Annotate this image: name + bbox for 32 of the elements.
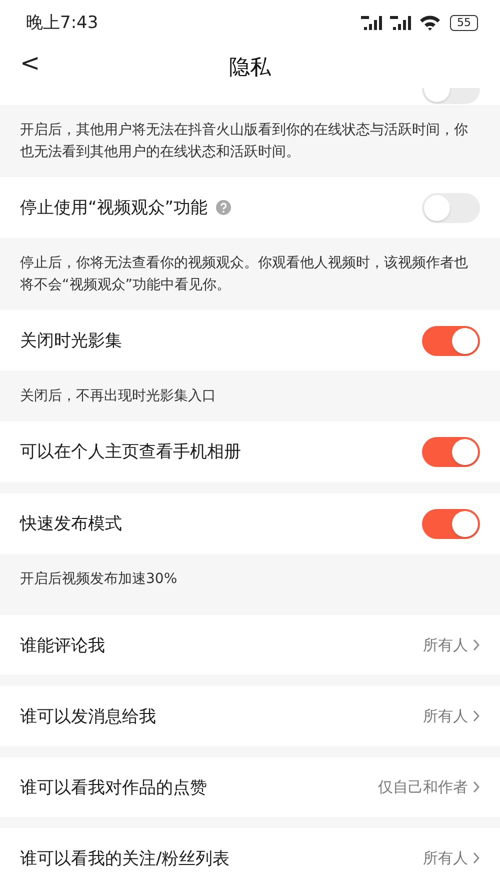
back-button[interactable]: < xyxy=(16,49,44,77)
chevron-right-icon xyxy=(472,639,480,651)
toggle-switch[interactable] xyxy=(422,436,480,466)
signal-icon xyxy=(361,14,385,30)
wifi-icon xyxy=(419,14,441,30)
setting-label: 停止使用“视频观众”功能 xyxy=(20,197,208,219)
setting-value: 仅自己和作者 xyxy=(378,778,468,796)
signal-icon xyxy=(390,14,414,30)
status-time: 晚上7:43 xyxy=(26,12,98,34)
setting-row[interactable]: 谁能评论我 所有人 xyxy=(0,615,500,675)
setting-label: 谁能评论我 xyxy=(20,634,105,656)
setting-label: 关闭时光影集 xyxy=(20,330,122,352)
setting-label: 快速发布模式 xyxy=(20,513,122,535)
setting-label: 可以在个人主页查看手机相册 xyxy=(20,441,241,463)
setting-value: 所有人 xyxy=(423,848,468,868)
setting-label: 谁可以看我对作品的点赞 xyxy=(20,776,207,798)
chevron-right-icon xyxy=(472,781,480,793)
toggle-switch[interactable] xyxy=(422,508,480,538)
setting-row[interactable]: 谁可以看我的关注/粉丝列表 所有人 xyxy=(0,828,500,888)
page-title: 隐私 xyxy=(229,54,271,80)
setting-row[interactable]: 谁可以发消息给我 所有人 xyxy=(0,686,500,746)
setting-value: 所有人 xyxy=(423,706,468,726)
setting-label: 谁可以发消息给我 xyxy=(20,706,156,728)
toggle-switch[interactable] xyxy=(422,326,480,356)
chevron-right-icon xyxy=(472,710,480,722)
help-icon[interactable] xyxy=(216,200,231,215)
chevron-right-icon xyxy=(472,852,480,864)
setting-value: 所有人 xyxy=(423,636,468,654)
battery-icon: 55 xyxy=(450,14,478,30)
setting-label: 谁可以看我的关注/粉丝列表 xyxy=(20,848,230,870)
setting-row[interactable]: 谁可以看我对作品的点赞 仅自己和作者 xyxy=(0,757,500,817)
toggle-switch[interactable] xyxy=(422,192,480,222)
